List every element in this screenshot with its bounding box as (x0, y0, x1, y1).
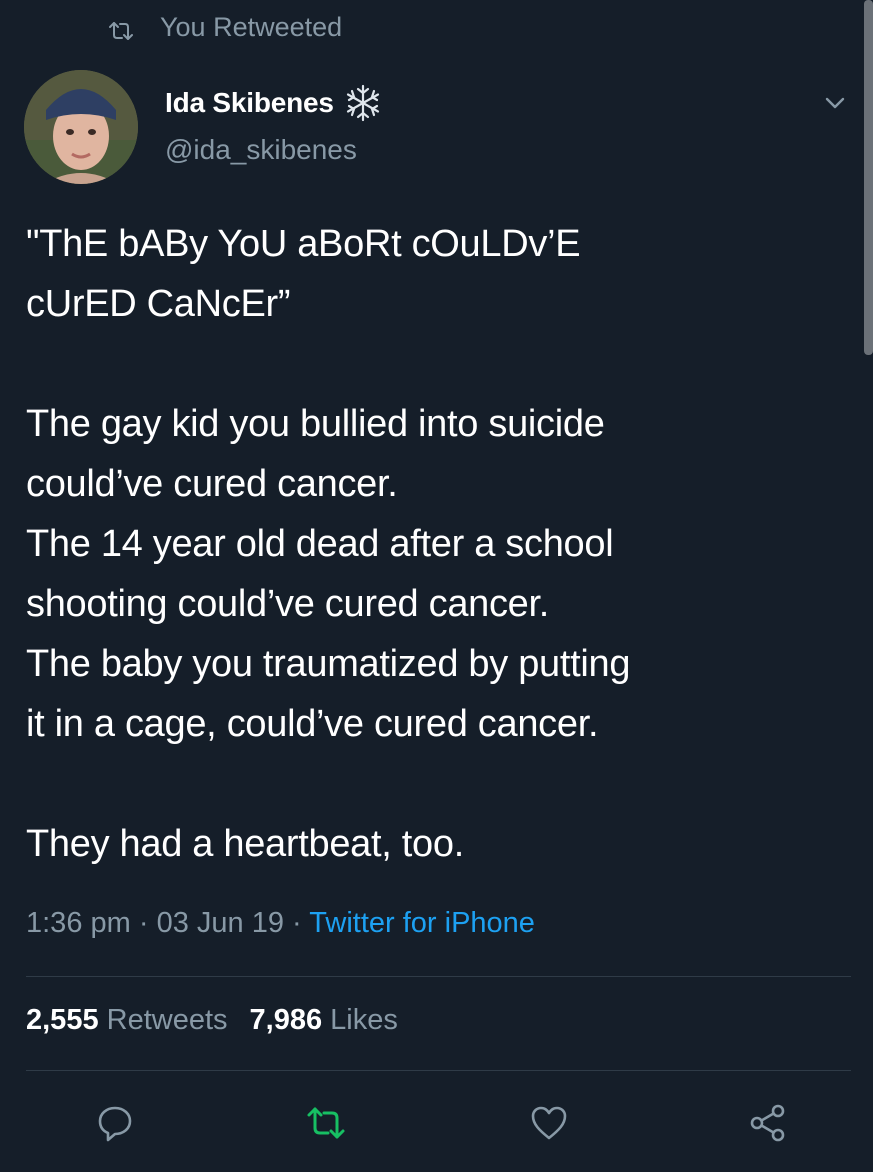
user-block[interactable]: Ida Skibenes @ida_skibenes (165, 84, 382, 166)
reply-button[interactable] (92, 1100, 138, 1146)
meta-separator: · (138, 907, 149, 939)
chevron-down-icon[interactable] (818, 88, 852, 118)
divider (26, 1070, 851, 1071)
reply-icon (98, 1106, 132, 1142)
handle[interactable]: @ida_skibenes (165, 134, 382, 166)
engagement-stats: 2,555 Retweets 7,986 Likes (26, 1004, 398, 1037)
like-button[interactable] (526, 1100, 572, 1146)
retweet-button[interactable] (303, 1100, 349, 1146)
retweets-stat[interactable]: 2,555 Retweets (26, 1004, 228, 1036)
retweet-icon (307, 1107, 345, 1139)
retweet-context: You Retweeted (108, 10, 342, 44)
likes-stat[interactable]: 7,986 Likes (250, 1004, 398, 1036)
tweet-meta: 1:36 pm · 03 Jun 19 · Twitter for iPhone (26, 907, 535, 940)
retweet-context-label: You Retweeted (160, 11, 343, 42)
likes-count: 7,986 (249, 1004, 323, 1036)
tweet-date: 03 Jun 19 (156, 907, 284, 939)
meta-separator: · (292, 907, 302, 939)
tweet-time: 1:36 pm (26, 907, 131, 939)
retweets-count: 2,555 (26, 1004, 99, 1036)
likes-label: Likes (330, 1004, 398, 1036)
heart-icon (531, 1106, 567, 1140)
retweets-label: Retweets (106, 1004, 228, 1036)
tweet-source-link[interactable]: Twitter for iPhone (309, 907, 535, 939)
display-name[interactable]: Ida Skibenes (165, 87, 334, 119)
divider (26, 976, 851, 977)
share-icon (750, 1104, 785, 1142)
tweet-text: "ThE bABy YoU aBoRt cOuLDv’E cUrED CaNcE… (26, 223, 631, 865)
share-button[interactable] (745, 1100, 791, 1146)
avatar[interactable] (24, 70, 138, 184)
action-bar (0, 1100, 873, 1146)
retweet-icon (108, 17, 134, 40)
snowflake-icon (344, 84, 382, 122)
scrollbar-thumb[interactable] (864, 0, 873, 355)
